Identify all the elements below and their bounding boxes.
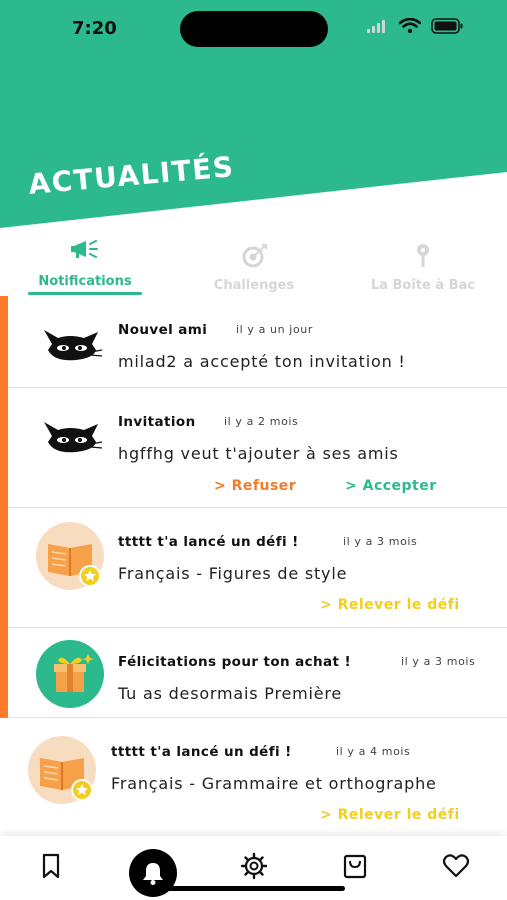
notification-item[interactable]: ttttt t'a lancé un défi ! il y a 3 mois …	[8, 508, 507, 628]
tab-label: La Boîte à Bac	[370, 278, 476, 293]
bag-icon[interactable]	[339, 850, 371, 882]
signal-icon	[367, 19, 389, 38]
accept-button[interactable]: > Accepter	[345, 478, 437, 494]
pin-icon	[358, 242, 488, 270]
accept-challenge-button[interactable]: > Relever le défi	[320, 597, 460, 613]
cat-icon	[36, 308, 106, 378]
notification-item[interactable]: Invitation il y a 2 mois hgffhg veut t'a…	[8, 388, 507, 508]
target-icon	[195, 242, 313, 270]
gear-icon[interactable]	[238, 850, 270, 882]
gift-icon	[36, 640, 106, 710]
tab-label: Challenges	[213, 278, 295, 293]
status-time: 7:20	[72, 18, 117, 39]
wifi-icon	[398, 17, 422, 38]
accept-challenge-button[interactable]: > Relever le défi	[320, 807, 460, 823]
tab-label: Notifications	[38, 274, 132, 289]
notification-title: Invitation	[118, 414, 196, 430]
notification-item[interactable]: ttttt t'a lancé un défi ! il y a 4 mois …	[8, 718, 507, 836]
unread-indicator	[0, 296, 8, 718]
notification-time: il y a 4 mois	[336, 745, 411, 758]
header: 7:20 ACTUALITÉS	[0, 0, 507, 230]
book-star-icon	[36, 522, 106, 592]
cat-icon	[36, 400, 106, 470]
active-tab-indicator	[28, 292, 142, 295]
notification-body: Tu as desormais Première	[118, 684, 343, 703]
book-star-icon	[28, 736, 98, 806]
megaphone-icon	[28, 238, 142, 266]
notification-body: Français - Grammaire et orthographe	[111, 774, 437, 793]
notification-time: il y a 3 mois	[343, 535, 418, 548]
notification-title: ttttt t'a lancé un défi !	[111, 744, 292, 760]
notification-title: ttttt t'a lancé un défi !	[118, 534, 299, 550]
bookmark-icon[interactable]	[35, 850, 67, 882]
tab-challenges[interactable]: Challenges	[195, 236, 313, 300]
notification-body: Français - Figures de style	[118, 564, 348, 583]
battery-icon	[431, 18, 463, 38]
heart-icon[interactable]	[440, 850, 472, 882]
status-icons	[367, 17, 463, 38]
refuse-button[interactable]: > Refuser	[214, 478, 296, 494]
home-indicator	[165, 886, 345, 891]
notification-time: il y a 2 mois	[224, 415, 299, 428]
notification-title: Félicitations pour ton achat !	[118, 654, 352, 670]
notification-body: milad2 a accepté ton invitation !	[118, 352, 406, 371]
notification-feed[interactable]: Nouvel ami il y a un jour milad2 a accep…	[0, 296, 507, 836]
notification-item[interactable]: Nouvel ami il y a un jour milad2 a accep…	[8, 296, 507, 388]
notification-body: hgffhg veut t'ajouter à ses amis	[118, 444, 399, 463]
tab-bar: Notifications Challenges La Boîte à Bac	[0, 232, 507, 296]
notification-title: Nouvel ami	[118, 322, 208, 338]
notification-time: il y a un jour	[236, 323, 313, 336]
notification-item[interactable]: Félicitations pour ton achat ! il y a 3 …	[8, 628, 507, 718]
dynamic-island	[180, 11, 328, 47]
tab-notifications[interactable]: Notifications	[28, 232, 142, 296]
tab-la-boite-a-bac[interactable]: La Boîte à Bac	[358, 236, 488, 300]
notification-time: il y a 3 mois	[401, 655, 476, 668]
